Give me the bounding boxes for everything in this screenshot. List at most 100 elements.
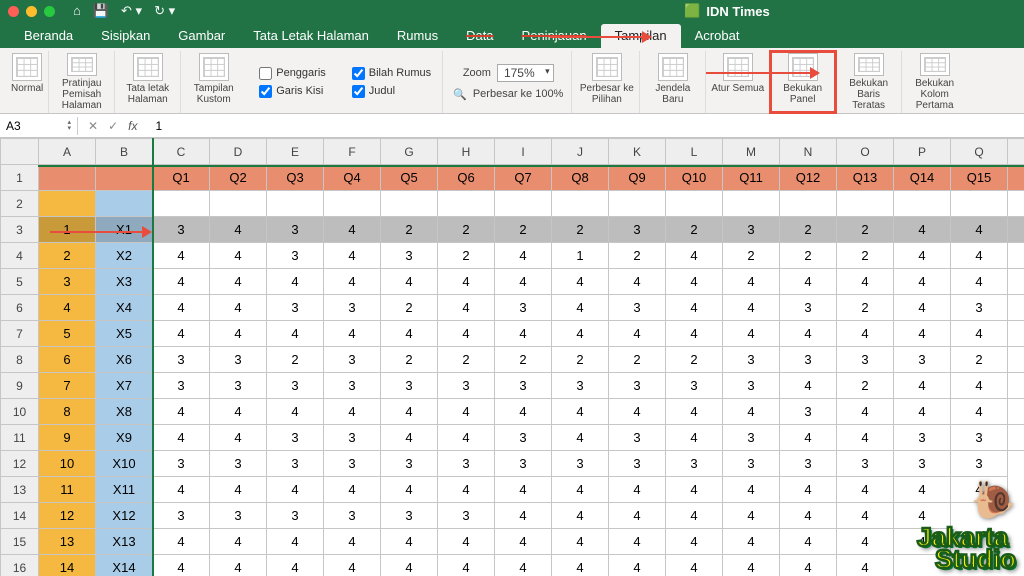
row-header[interactable]: 13 xyxy=(1,477,39,503)
cell[interactable] xyxy=(438,191,495,217)
cell[interactable]: 4 xyxy=(666,477,723,503)
row-header[interactable]: 16 xyxy=(1,555,39,576)
cell[interactable]: 2 xyxy=(837,217,894,243)
cell[interactable]: 4 xyxy=(210,243,267,269)
cell[interactable]: 2 xyxy=(552,347,609,373)
cell[interactable]: X14 xyxy=(96,555,153,576)
cell[interactable]: X13 xyxy=(96,529,153,555)
row-header[interactable]: 11 xyxy=(1,425,39,451)
cell[interactable]: 4 xyxy=(381,555,438,576)
cell[interactable]: 2 xyxy=(951,347,1008,373)
cell[interactable]: 9 xyxy=(39,425,96,451)
cell[interactable]: 3 xyxy=(609,217,666,243)
cell[interactable]: 3 xyxy=(609,425,666,451)
col-header[interactable]: I xyxy=(495,139,552,165)
menu-tab-beranda[interactable]: Beranda xyxy=(10,24,87,48)
cell[interactable]: X2 xyxy=(96,243,153,269)
col-header[interactable]: F xyxy=(324,139,381,165)
cell[interactable]: 4 xyxy=(210,399,267,425)
cell[interactable]: 3 xyxy=(951,295,1008,321)
cell[interactable]: 2 xyxy=(267,347,324,373)
menu-tab-data[interactable]: Data xyxy=(452,24,507,48)
cell[interactable]: 4 xyxy=(666,321,723,347)
cell[interactable]: 3 xyxy=(723,451,780,477)
col-header[interactable]: R xyxy=(1008,139,1024,165)
col-header[interactable]: P xyxy=(894,139,951,165)
cell[interactable]: X4 xyxy=(96,295,153,321)
cell[interactable] xyxy=(96,191,153,217)
cell[interactable] xyxy=(39,165,96,191)
check-bilah-rumus[interactable]: Bilah Rumus xyxy=(352,67,431,80)
cell[interactable]: 3 xyxy=(837,451,894,477)
min-dot[interactable] xyxy=(26,6,37,17)
cell[interactable]: Q2 xyxy=(210,165,267,191)
col-header[interactable]: L xyxy=(666,139,723,165)
cell[interactable]: 3 xyxy=(267,425,324,451)
col-header[interactable]: Q xyxy=(951,139,1008,165)
cell[interactable]: 14 xyxy=(39,555,96,576)
cell[interactable]: 4 xyxy=(267,477,324,503)
cell[interactable]: 4 xyxy=(210,295,267,321)
cell[interactable]: 4 xyxy=(324,269,381,295)
cell[interactable]: 4 xyxy=(894,269,951,295)
cell[interactable]: 2 xyxy=(609,347,666,373)
win-perbesar-ke-pilihan[interactable]: Perbesar ke Pilihan xyxy=(574,51,640,113)
cell[interactable]: X11 xyxy=(96,477,153,503)
col-header[interactable]: D xyxy=(210,139,267,165)
zoom-select[interactable]: 175% xyxy=(497,64,554,82)
cell[interactable] xyxy=(267,191,324,217)
cell[interactable]: 4 xyxy=(609,321,666,347)
cell[interactable]: 4 xyxy=(837,399,894,425)
cell[interactable] xyxy=(324,191,381,217)
cell[interactable]: Q11 xyxy=(723,165,780,191)
close-dot[interactable] xyxy=(8,6,19,17)
check-garis-kisi[interactable]: Garis Kisi xyxy=(259,85,326,98)
cell[interactable] xyxy=(723,191,780,217)
cell[interactable]: 3 xyxy=(495,451,552,477)
cell[interactable]: 3 xyxy=(951,451,1008,477)
cell[interactable]: 4 xyxy=(723,269,780,295)
cell[interactable]: 4 xyxy=(1008,243,1024,269)
menu-tab-rumus[interactable]: Rumus xyxy=(383,24,452,48)
cell[interactable] xyxy=(96,165,153,191)
cell[interactable]: 4 xyxy=(153,425,210,451)
cell[interactable]: 4 xyxy=(723,399,780,425)
row-header[interactable]: 8 xyxy=(1,347,39,373)
col-header[interactable]: O xyxy=(837,139,894,165)
cell[interactable]: 4 xyxy=(837,477,894,503)
cell[interactable]: X6 xyxy=(96,347,153,373)
cell[interactable]: 3 xyxy=(267,451,324,477)
cell[interactable]: 4 xyxy=(267,399,324,425)
cell[interactable]: 3 xyxy=(324,425,381,451)
cell[interactable]: 2 xyxy=(552,217,609,243)
cell[interactable]: 11 xyxy=(39,477,96,503)
cell[interactable]: Q7 xyxy=(495,165,552,191)
cell[interactable]: 1 xyxy=(552,243,609,269)
zoom-100-button[interactable]: Perbesar ke 100% xyxy=(473,88,564,100)
cell[interactable]: 4 xyxy=(837,321,894,347)
cell[interactable]: Q9 xyxy=(609,165,666,191)
cell[interactable] xyxy=(894,191,951,217)
cell[interactable]: Q4 xyxy=(324,165,381,191)
cell[interactable]: X5 xyxy=(96,321,153,347)
cell[interactable]: 4 xyxy=(210,529,267,555)
cell[interactable]: 3 xyxy=(666,373,723,399)
cell[interactable]: 4 xyxy=(837,503,894,529)
cell[interactable]: Q3 xyxy=(267,165,324,191)
cell[interactable]: 3 xyxy=(951,425,1008,451)
cell[interactable]: 4 xyxy=(780,321,837,347)
row-header[interactable]: 14 xyxy=(1,503,39,529)
cell[interactable]: 4 xyxy=(552,555,609,576)
cell[interactable]: 4 xyxy=(495,243,552,269)
cell[interactable]: 4 xyxy=(438,529,495,555)
cell[interactable]: 2 xyxy=(837,243,894,269)
view-tampilan-kustom[interactable]: Tampilan Kustom xyxy=(181,51,246,113)
cell[interactable]: 3 xyxy=(267,217,324,243)
cell[interactable]: 3 xyxy=(324,347,381,373)
cell[interactable]: 4 xyxy=(381,477,438,503)
cell[interactable]: 4 xyxy=(552,529,609,555)
cell[interactable]: 4 xyxy=(552,269,609,295)
cell[interactable]: 4 xyxy=(210,217,267,243)
cell[interactable]: 4 xyxy=(381,269,438,295)
view-tata-letak-halaman[interactable]: Tata letak Halaman xyxy=(115,51,181,113)
